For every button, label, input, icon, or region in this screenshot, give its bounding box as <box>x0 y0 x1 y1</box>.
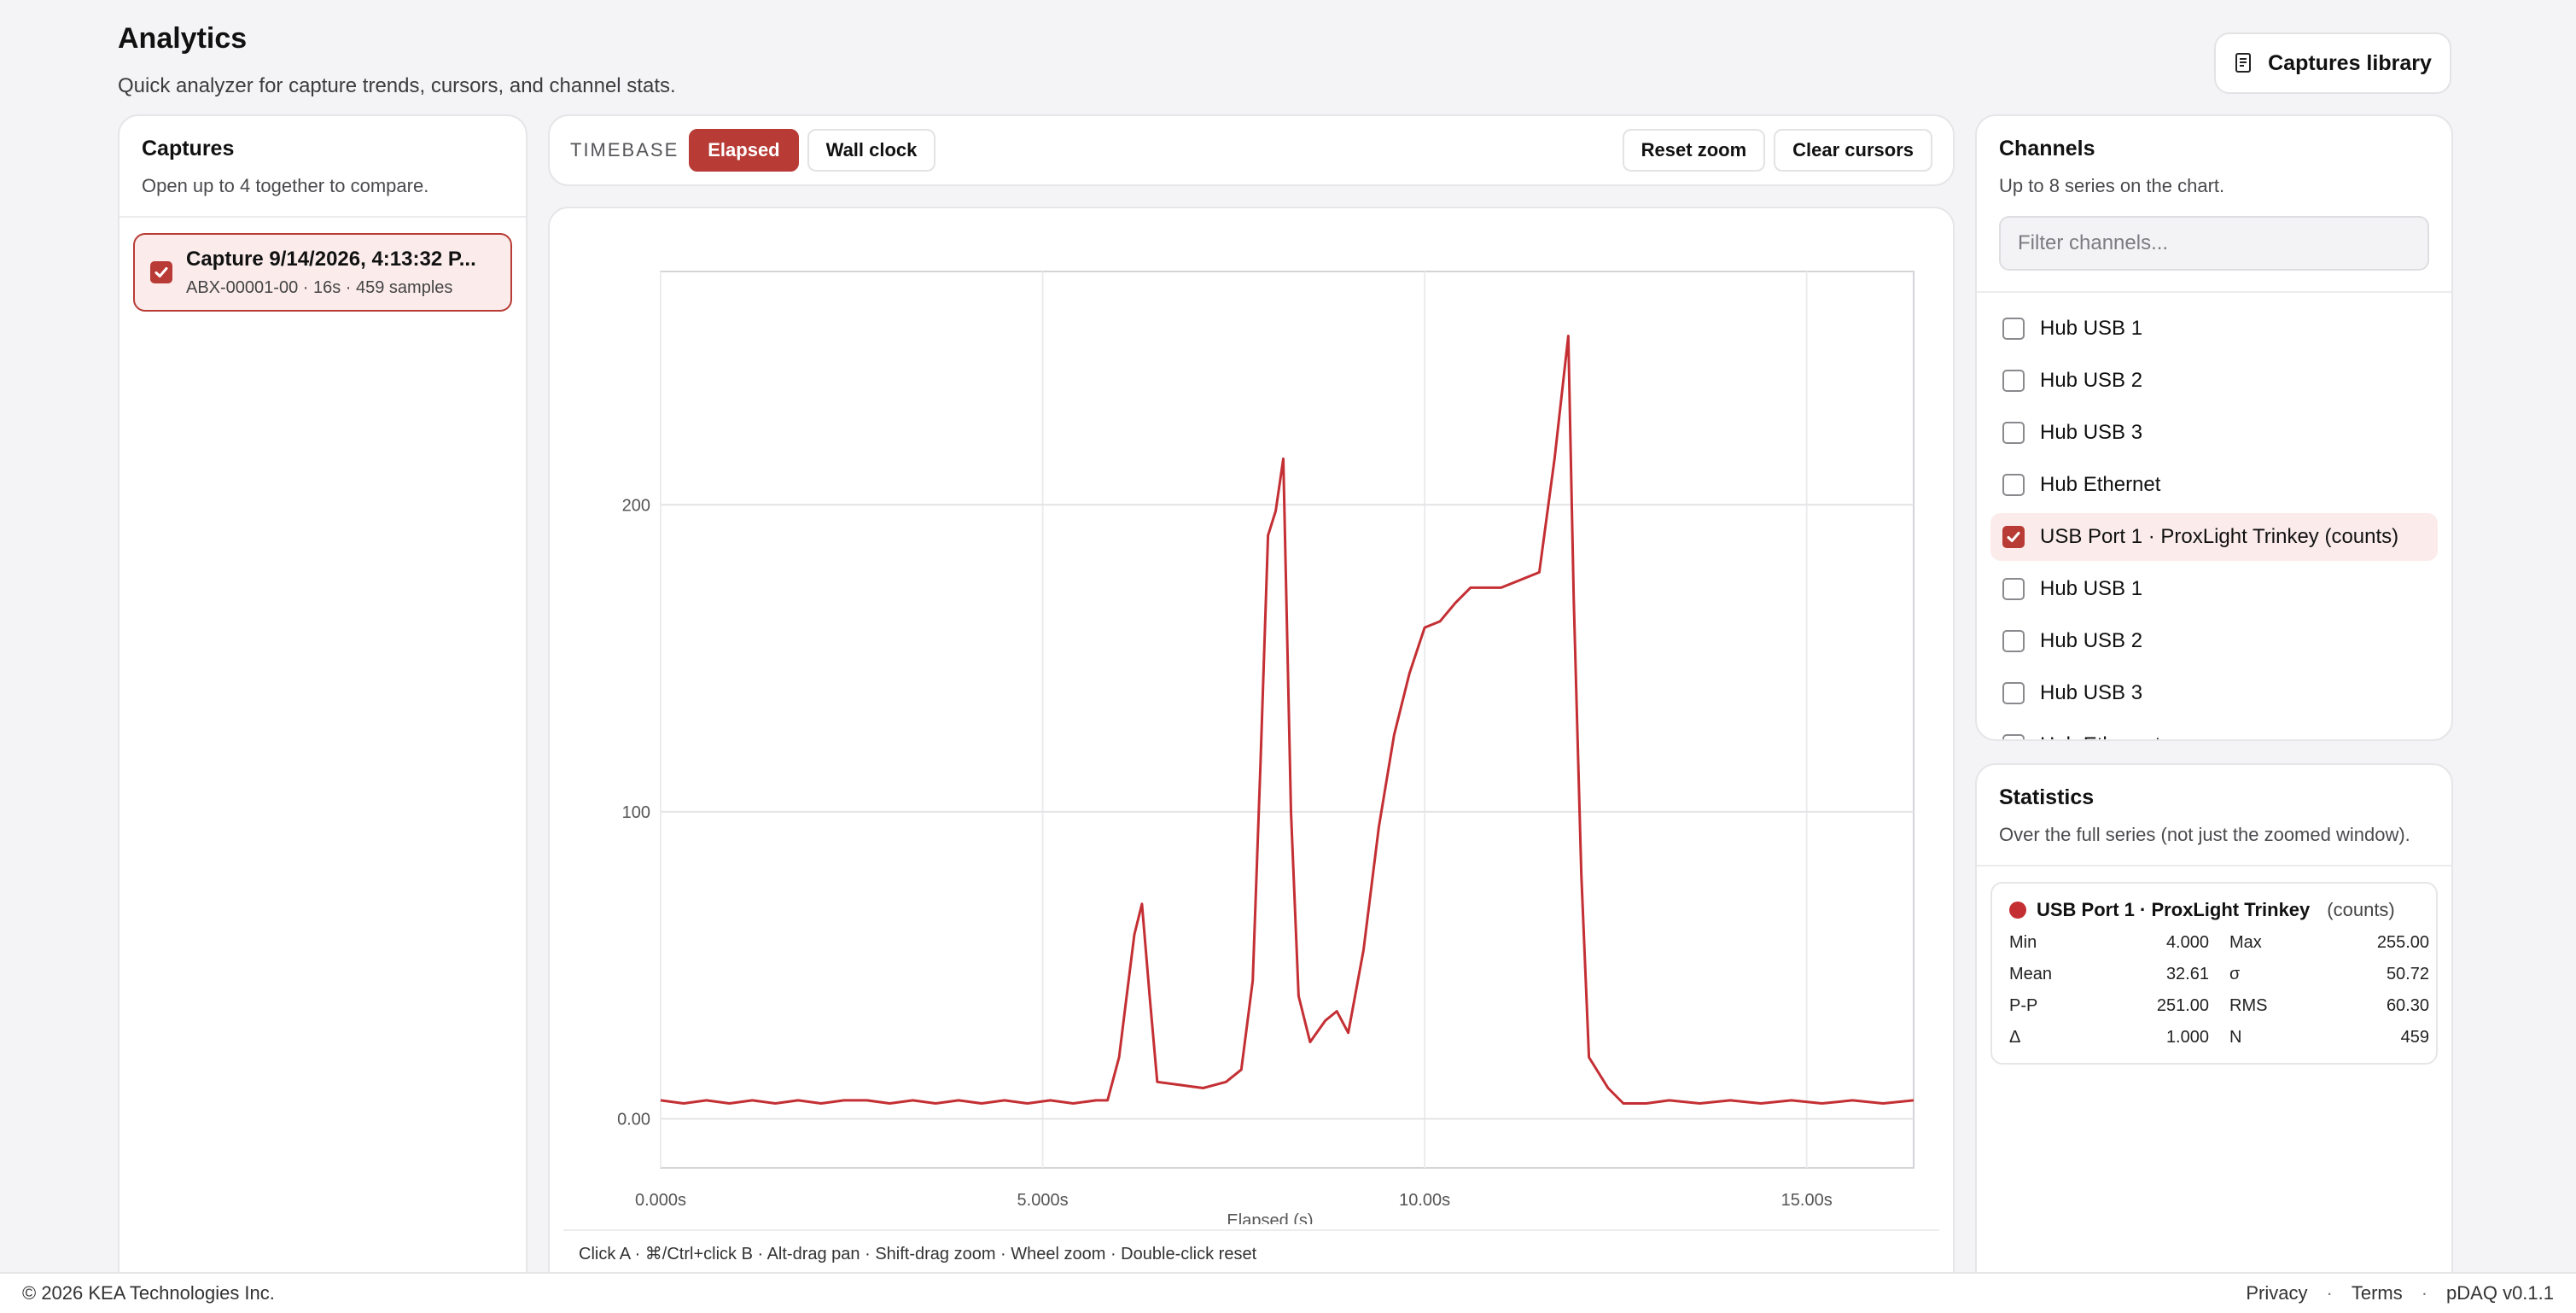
channel-label: Hub USB 1 <box>2040 577 2143 600</box>
channel-item[interactable]: Hub Ethernet <box>1990 461 2438 509</box>
stat-value: 251.00 <box>2156 996 2209 1015</box>
stat-label: σ <box>2229 965 2241 983</box>
check-icon <box>2007 532 2020 542</box>
library-icon <box>2235 53 2252 73</box>
stat-label: Mean <box>2009 965 2053 983</box>
captures-library-button[interactable]: Captures library <box>2214 32 2451 94</box>
channel-item[interactable]: Hub USB 1 <box>1990 305 2438 353</box>
stat-value: 32.61 <box>2165 965 2209 983</box>
terms-link[interactable]: Terms <box>2352 1282 2403 1304</box>
timebase-elapsed-button[interactable]: Elapsed <box>689 129 799 172</box>
captures-subtitle: Open up to 4 together to compare. <box>142 175 429 196</box>
stat-label: P-P <box>2009 996 2038 1015</box>
channel-item[interactable]: Hub USB 1 <box>1990 565 2438 613</box>
capture-meta: ABX-00001-00 · 16s · 459 samples <box>186 277 453 297</box>
channel-checkbox[interactable] <box>2002 682 2025 704</box>
series-stats: USB Port 1 · ProxLight Trinkey (counts) … <box>1990 882 2438 1065</box>
check-icon <box>154 267 168 277</box>
capture-item[interactable]: Capture 9/14/2026, 4:13:32 P... ABX-0000… <box>133 233 512 312</box>
channel-checkbox[interactable] <box>2002 318 2025 340</box>
channel-checkbox[interactable] <box>2002 630 2025 652</box>
chart-canvas[interactable]: 0.000s 5.000s 10.00s 15.00s 0.00 100 200 Elapse… <box>550 208 1955 1224</box>
stat-series-name: USB Port 1 · ProxLight Trinkey <box>2037 899 2311 920</box>
statistics-panel: Statistics Over the full series (not jus… <box>1975 763 2453 1310</box>
channel-item-selected[interactable]: USB Port 1 · ProxLight Trinkey (counts) <box>1990 513 2438 561</box>
clear-cursors-button[interactable]: Clear cursors <box>1774 129 1932 172</box>
x-tick-label: 10.00s <box>1399 1191 1450 1210</box>
stat-value: 459 <box>2400 1028 2429 1047</box>
channel-item[interactable]: Hub USB 2 <box>1990 357 2438 405</box>
reset-zoom-button[interactable]: Reset zoom <box>1622 129 1766 172</box>
stat-label: Δ <box>2009 1028 2021 1047</box>
plot-area <box>660 271 1915 1169</box>
timebase-wallclock-button[interactable]: Wall clock <box>807 129 936 172</box>
page-subtitle: Quick analyzer for capture trends, curso… <box>118 74 676 97</box>
channels-panel: Channels Up to 8 series on the chart. Fi… <box>1975 114 2453 741</box>
channel-label: Hub USB 3 <box>2040 681 2143 704</box>
stat-series-unit: (counts) <box>2327 899 2395 920</box>
chart-hint: Click A · ⌘/Ctrl+click B · Alt-drag pan … <box>579 1245 1257 1263</box>
channel-checkbox[interactable] <box>2002 370 2025 392</box>
stat-value: 1.000 <box>2165 1028 2209 1047</box>
x-tick-label: 0.000s <box>635 1191 686 1210</box>
timebase-toolbar: TIMEBASE Elapsed Wall clock Reset zoom C… <box>548 114 1955 186</box>
version-label: pDAQ v0.1.1 <box>2446 1282 2554 1304</box>
stat-value: 255.00 <box>2376 933 2429 952</box>
captures-library-label: Captures library <box>2268 50 2432 75</box>
privacy-link[interactable]: Privacy <box>2246 1282 2307 1304</box>
stat-label: Min <box>2009 933 2037 952</box>
channel-item[interactable]: Hub USB 3 <box>1990 669 2438 717</box>
page-header: Analytics Quick analyzer for capture tre… <box>118 22 676 98</box>
channel-label: Hub USB 3 <box>2040 421 2143 444</box>
stat-label: RMS <box>2229 996 2268 1015</box>
channel-item[interactable]: Hub Ethernet <box>1990 721 2438 739</box>
footer-copyright: © 2026 KEA Technologies Inc. <box>22 1282 275 1304</box>
captures-title: Captures <box>142 137 235 160</box>
y-tick-label: 100 <box>622 803 650 822</box>
stat-value: 60.30 <box>2386 996 2429 1015</box>
stat-value: 4.000 <box>2165 933 2209 952</box>
stat-label: N <box>2229 1028 2242 1047</box>
y-tick-label: 200 <box>622 496 650 515</box>
footer-separator: · <box>2326 1282 2333 1304</box>
channels-subtitle: Up to 8 series on the chart. <box>1999 175 2225 196</box>
channel-checkbox[interactable] <box>2002 734 2025 739</box>
page-title: Analytics <box>118 22 248 55</box>
series-color-dot <box>2009 902 2026 919</box>
channel-label: Hub USB 2 <box>2040 629 2143 652</box>
channel-label: Hub Ethernet <box>2040 473 2161 496</box>
x-tick-label: 5.000s <box>1017 1191 1069 1210</box>
footer: © 2026 KEA Technologies Inc. Privacy · T… <box>0 1272 2576 1313</box>
capture-name: Capture 9/14/2026, 4:13:32 P... <box>186 247 476 271</box>
channel-checkbox[interactable] <box>2002 422 2025 444</box>
channel-label: Hub USB 2 <box>2040 369 2143 392</box>
stat-value: 50.72 <box>2386 965 2429 983</box>
channel-checkbox[interactable] <box>2002 578 2025 600</box>
channel-list[interactable]: Hub USB 1 Hub USB 2 Hub USB 3 Hub Ethern… <box>1977 293 2451 739</box>
channel-label: Hub Ethernet <box>2040 733 2160 739</box>
statistics-subtitle: Over the full series (not just the zoome… <box>1999 824 2410 845</box>
stat-label: Max <box>2229 933 2262 952</box>
chart-panel: 0.000s 5.000s 10.00s 15.00s 0.00 100 200 Elapse… <box>548 207 1955 1310</box>
capture-checkbox[interactable] <box>150 261 172 283</box>
channel-item[interactable]: Hub USB 2 <box>1990 617 2438 665</box>
channel-label: Hub USB 1 <box>2040 317 2143 340</box>
channels-title: Channels <box>1999 137 2095 160</box>
channel-checkbox[interactable] <box>2002 526 2025 548</box>
y-tick-label: 0.00 <box>617 1110 650 1129</box>
footer-separator: · <box>2421 1282 2428 1304</box>
captures-panel: Captures Open up to 4 together to compar… <box>118 114 527 1310</box>
statistics-title: Statistics <box>1999 785 2095 809</box>
x-tick-label: 15.00s <box>1781 1191 1833 1210</box>
x-axis-label: Elapsed (s) <box>1227 1211 1313 1224</box>
channel-filter-input[interactable]: Filter channels... <box>1999 216 2429 271</box>
timebase-label: TIMEBASE <box>570 139 679 160</box>
channel-item[interactable]: Hub USB 3 <box>1990 409 2438 457</box>
channel-checkbox[interactable] <box>2002 474 2025 496</box>
channel-label: USB Port 1 · ProxLight Trinkey (counts) <box>2040 525 2399 548</box>
